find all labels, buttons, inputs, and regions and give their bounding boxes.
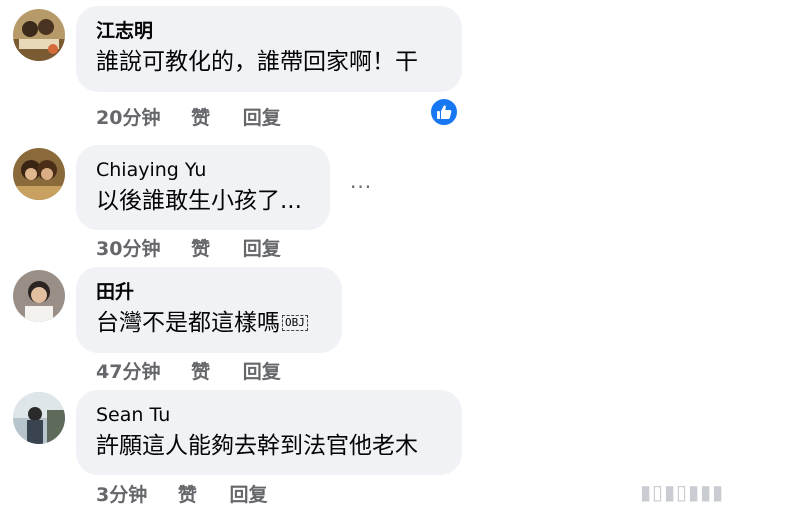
comment-time[interactable]: 30分钟 (96, 234, 160, 261)
more-options-icon[interactable]: ··· (350, 175, 372, 199)
comment-text: 台灣不是都這樣嗎 OBJ (96, 308, 322, 338)
comment-actions: 3分钟 赞 回复 (96, 480, 268, 507)
comment-actions: 20分钟 赞 回复 (96, 103, 281, 130)
comment-bubble: Sean Tu 許願這人能夠去幹到法官他老木 (76, 390, 462, 475)
watermark: ▮▯▮▯▮▮▮ (640, 480, 725, 504)
comment-text: 誰說可教化的，誰帶回家啊！干 (96, 49, 418, 75)
avatar[interactable] (13, 9, 65, 61)
like-button[interactable]: 赞 (191, 357, 210, 384)
comment-author[interactable]: 田升 (96, 281, 322, 303)
comment-actions: 47分钟 赞 回复 (96, 357, 281, 384)
like-button[interactable]: 赞 (178, 480, 197, 507)
comment-text-content: 台灣不是都這樣嗎 (96, 310, 280, 336)
like-button[interactable]: 赞 (191, 234, 210, 261)
comment-time[interactable]: 3分钟 (96, 480, 147, 507)
like-button[interactable]: 赞 (191, 103, 210, 130)
reply-button[interactable]: 回复 (243, 234, 281, 261)
comment-time[interactable]: 47分钟 (96, 357, 160, 384)
avatar[interactable] (13, 270, 65, 322)
comment-actions: 30分钟 赞 回复 (96, 234, 281, 261)
comment-time[interactable]: 20分钟 (96, 103, 160, 130)
reply-button[interactable]: 回复 (230, 480, 268, 507)
thumbs-up-icon (437, 105, 452, 119)
avatar[interactable] (13, 392, 65, 444)
comment-author[interactable]: Sean Tu (96, 404, 442, 426)
comment-text: 以後誰敢生小孩了... (96, 188, 302, 214)
emoji-placeholder: OBJ (282, 315, 308, 331)
comment-author[interactable]: Chiaying Yu (96, 159, 310, 181)
comment-author[interactable]: 江志明 (96, 20, 442, 42)
avatar[interactable] (13, 148, 65, 200)
reply-button[interactable]: 回复 (243, 357, 281, 384)
like-reaction-badge[interactable] (429, 97, 459, 127)
comment-bubble: Chiaying Yu 以後誰敢生小孩了... (76, 145, 330, 230)
comment-text: 許願這人能夠去幹到法官他老木 (96, 433, 418, 459)
comment-bubble: 江志明 誰說可教化的，誰帶回家啊！干 (76, 6, 462, 92)
comment-bubble: 田升 台灣不是都這樣嗎 OBJ (76, 267, 342, 353)
reply-button[interactable]: 回复 (243, 103, 281, 130)
